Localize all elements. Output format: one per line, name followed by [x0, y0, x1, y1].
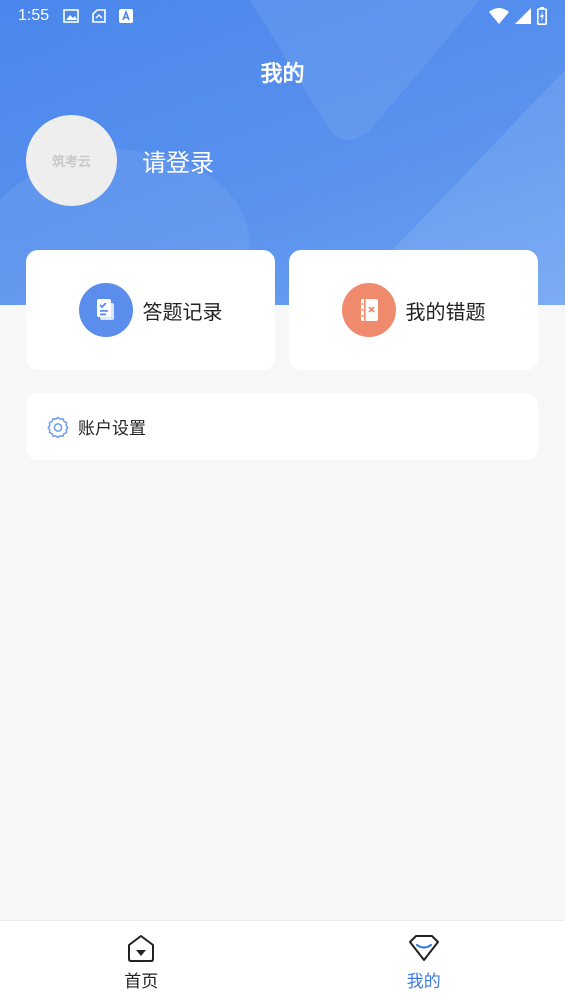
clipboard-check-icon	[78, 283, 133, 337]
login-link[interactable]: 请登录	[142, 143, 214, 178]
wrong-notebook-icon	[341, 283, 396, 337]
signal-icon	[515, 8, 531, 24]
tab-home-label: 首页	[124, 972, 159, 992]
avatar-logo-text: 筑考云	[51, 155, 91, 170]
cloud-notification-icon	[92, 9, 106, 23]
wrong-questions-card[interactable]: 我的错题	[289, 250, 538, 370]
account-settings-label: 账户设置	[78, 419, 146, 439]
answer-record-label: 答题记录	[142, 299, 223, 324]
a-notification-icon	[119, 9, 134, 23]
wifi-icon	[489, 8, 509, 24]
tab-home[interactable]: 首页	[0, 921, 283, 1004]
tab-mine-label: 我的	[406, 972, 441, 992]
home-icon	[128, 935, 155, 962]
wrong-questions-label: 我的错题	[405, 299, 486, 324]
battery-icon	[537, 7, 547, 25]
avatar[interactable]: 筑考云	[26, 115, 117, 206]
image-notification-icon	[63, 9, 79, 23]
status-time: 1:55	[18, 7, 50, 24]
page-title: 我的	[260, 62, 305, 87]
status-bar: 1:55	[0, 0, 565, 32]
gear-icon	[47, 416, 69, 438]
tab-mine[interactable]: 我的	[283, 921, 565, 1004]
diamond-icon	[408, 935, 439, 961]
bottom-tab-bar: 首页 我的	[0, 920, 565, 1004]
account-settings-row[interactable]: 账户设置	[26, 393, 538, 460]
answer-record-card[interactable]: 答题记录	[26, 250, 275, 370]
